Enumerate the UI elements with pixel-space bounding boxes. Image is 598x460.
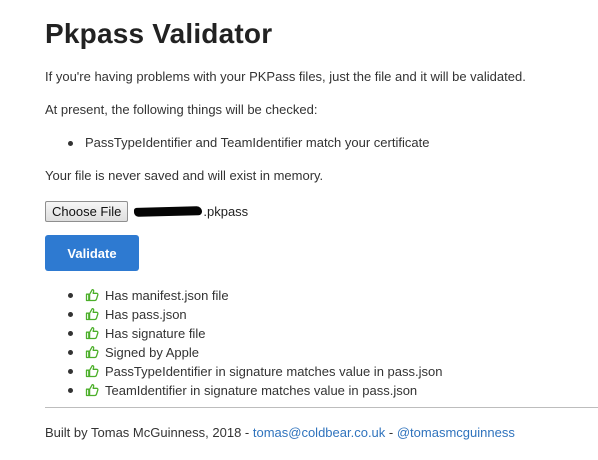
thumbs-up-icon [85,383,99,397]
result-label: Has manifest.json file [105,288,229,303]
file-input-row: Choose File .pkpass [45,200,248,222]
thumbs-up-icon [85,364,99,378]
bullet-icon [68,350,73,355]
email-link[interactable]: tomas@coldbear.co.uk [253,425,385,440]
thumbs-up-icon [85,326,99,340]
validate-button[interactable]: Validate [45,235,139,271]
list-item: PassTypeIdentifier and TeamIdentifier ma… [45,134,429,152]
redacted-filename [134,205,203,217]
bullet-icon [68,141,73,146]
result-label: Signed by Apple [105,345,199,360]
result-label: Has signature file [105,326,206,341]
result-label: Has pass.json [105,307,187,322]
file-extension: .pkpass [203,203,249,219]
footer: Built by Tomas McGuinness, 2018 - tomas@… [45,424,515,442]
thumbs-up-icon [85,345,99,359]
result-item: PassTypeIdentifier in signature matches … [45,362,442,381]
thumbs-up-icon [85,288,99,302]
validation-results-list: Has manifest.json file Has pass.json Has… [45,286,442,400]
bullet-icon [68,331,73,336]
bullet-icon [68,293,73,298]
result-item: Has signature file [45,324,442,343]
intro-text: If you're having problems with your PKPa… [45,69,526,84]
result-label: PassTypeIdentifier in signature matches … [105,364,443,379]
result-item: Has manifest.json file [45,286,442,305]
result-item: TeamIdentifier in signature matches valu… [45,381,442,400]
result-label: TeamIdentifier in signature matches valu… [105,383,418,398]
bullet-icon [68,312,73,317]
footer-credit: Built by Tomas McGuinness, 2018 - [45,425,253,440]
result-item: Has pass.json [45,305,442,324]
privacy-note: Your file is never saved and will exist … [45,168,324,183]
choose-file-button[interactable]: Choose File [45,200,129,222]
footer-separator: - [385,425,397,440]
bullet-icon [68,388,73,393]
result-item: Signed by Apple [45,343,442,362]
bullet-icon [68,369,73,374]
footer-divider [45,407,598,408]
checks-list: PassTypeIdentifier and TeamIdentifier ma… [45,134,429,152]
check-item-label: PassTypeIdentifier and TeamIdentifier ma… [85,135,430,150]
checks-intro-text: At present, the following things will be… [45,102,318,117]
thumbs-up-icon [85,307,99,321]
twitter-link[interactable]: @tomasmcguinness [397,425,515,440]
selected-file-name: .pkpass [134,204,248,219]
page-title: Pkpass Validator [45,18,273,49]
